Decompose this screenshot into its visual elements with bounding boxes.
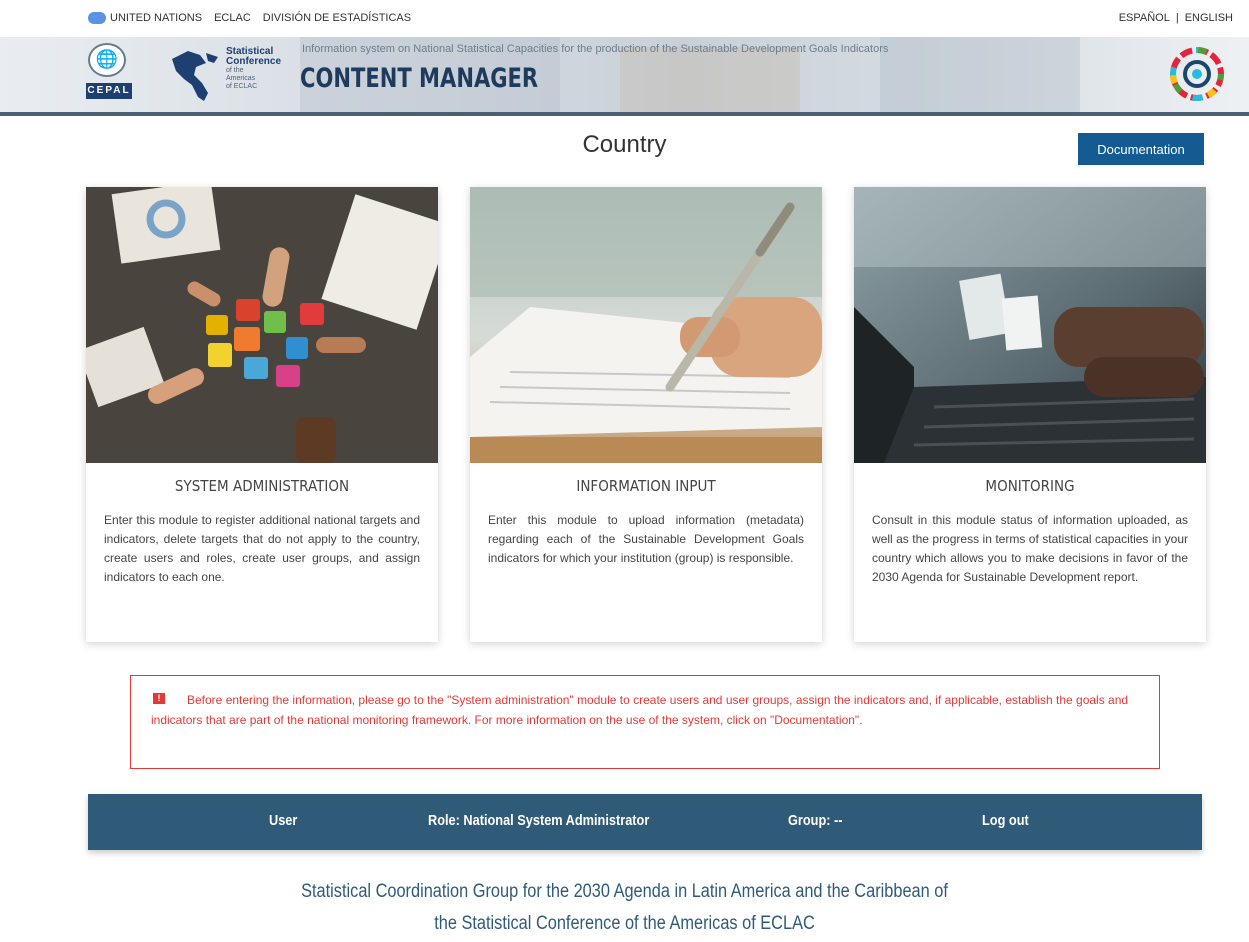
un-emblem-icon[interactable]: 🌐: [88, 43, 126, 77]
conference-logo-text: Statistical Conference of the Americas o…: [226, 47, 281, 91]
org-links: UNITED NATIONS ECLAC DIVISIÓN DE ESTADÍS…: [88, 12, 411, 25]
system-administration-card[interactable]: SYSTEM ADMINISTRATION Enter this module …: [86, 187, 438, 642]
americas-map-icon: [172, 51, 218, 101]
logout-link[interactable]: Log out: [982, 812, 1029, 829]
information-input-card[interactable]: INFORMATION INPUT Enter this module to u…: [470, 187, 822, 642]
sdg-wheel-icon[interactable]: [1168, 45, 1226, 103]
page-title: Country: [582, 131, 667, 158]
header-banner: 🌐 CEPAL Statistical Conference of the Am…: [0, 37, 1249, 116]
banner-bg-shape: [620, 47, 800, 112]
footer-line: Statistical Coordination Group for the 2…: [301, 881, 948, 902]
puzzle-teamwork-image: [86, 187, 438, 463]
conference-line: of ECLAC: [226, 83, 258, 90]
footer-line: the Statistical Conference of the Americ…: [434, 913, 815, 934]
info-alert: ! Before entering the information, pleas…: [130, 675, 1160, 769]
user-bar: User Role: National System Administrator…: [88, 794, 1202, 850]
documentation-button[interactable]: Documentation: [1078, 133, 1204, 165]
card-description: Consult in this module status of informa…: [872, 513, 1188, 584]
header-title: CONTENT MANAGER: [300, 63, 539, 94]
un-icon: [88, 12, 106, 25]
un-link[interactable]: UNITED NATIONS: [88, 12, 202, 25]
top-bar: UNITED NATIONS ECLAC DIVISIÓN DE ESTADÍS…: [0, 0, 1249, 38]
laptop-typing-image: [854, 187, 1206, 463]
writing-pen-image: [470, 187, 822, 463]
conference-line: Americas: [226, 75, 256, 82]
group-label: Group: --: [788, 812, 843, 829]
card-title[interactable]: MONITORING: [872, 477, 1189, 495]
card-title[interactable]: INFORMATION INPUT: [488, 477, 805, 495]
footer: Statistical Coordination Group for the 2…: [0, 876, 1249, 940]
role-label: Role: National System Administrator: [428, 812, 650, 829]
lang-separator: |: [1175, 12, 1179, 24]
monitoring-card[interactable]: MONITORING Consult in this module status…: [854, 187, 1206, 642]
eclac-link[interactable]: ECLAC: [214, 12, 251, 24]
lang-en-link[interactable]: ENGLISH: [1185, 12, 1233, 24]
lang-es-link[interactable]: ESPAÑOL: [1119, 12, 1170, 24]
alert-message: Before entering the information, please …: [151, 693, 1129, 727]
header-subtitle: Information system on National Statistic…: [302, 43, 889, 55]
division-link[interactable]: DIVISIÓN DE ESTADÍSTICAS: [263, 12, 411, 24]
conference-line: of the: [226, 67, 244, 74]
banner-bg-shape: [880, 37, 1080, 112]
user-label[interactable]: User: [269, 812, 297, 829]
un-link-text[interactable]: UNITED NATIONS: [110, 12, 202, 24]
card-description: Enter this module to upload information …: [488, 513, 804, 565]
cepal-logo[interactable]: CEPAL: [86, 83, 132, 99]
conference-line: Conference: [226, 56, 282, 67]
card-title[interactable]: SYSTEM ADMINISTRATION: [104, 477, 421, 495]
language-switcher: ESPAÑOL | ENGLISH: [1119, 12, 1233, 24]
card-description: Enter this module to register additional…: [104, 513, 420, 584]
